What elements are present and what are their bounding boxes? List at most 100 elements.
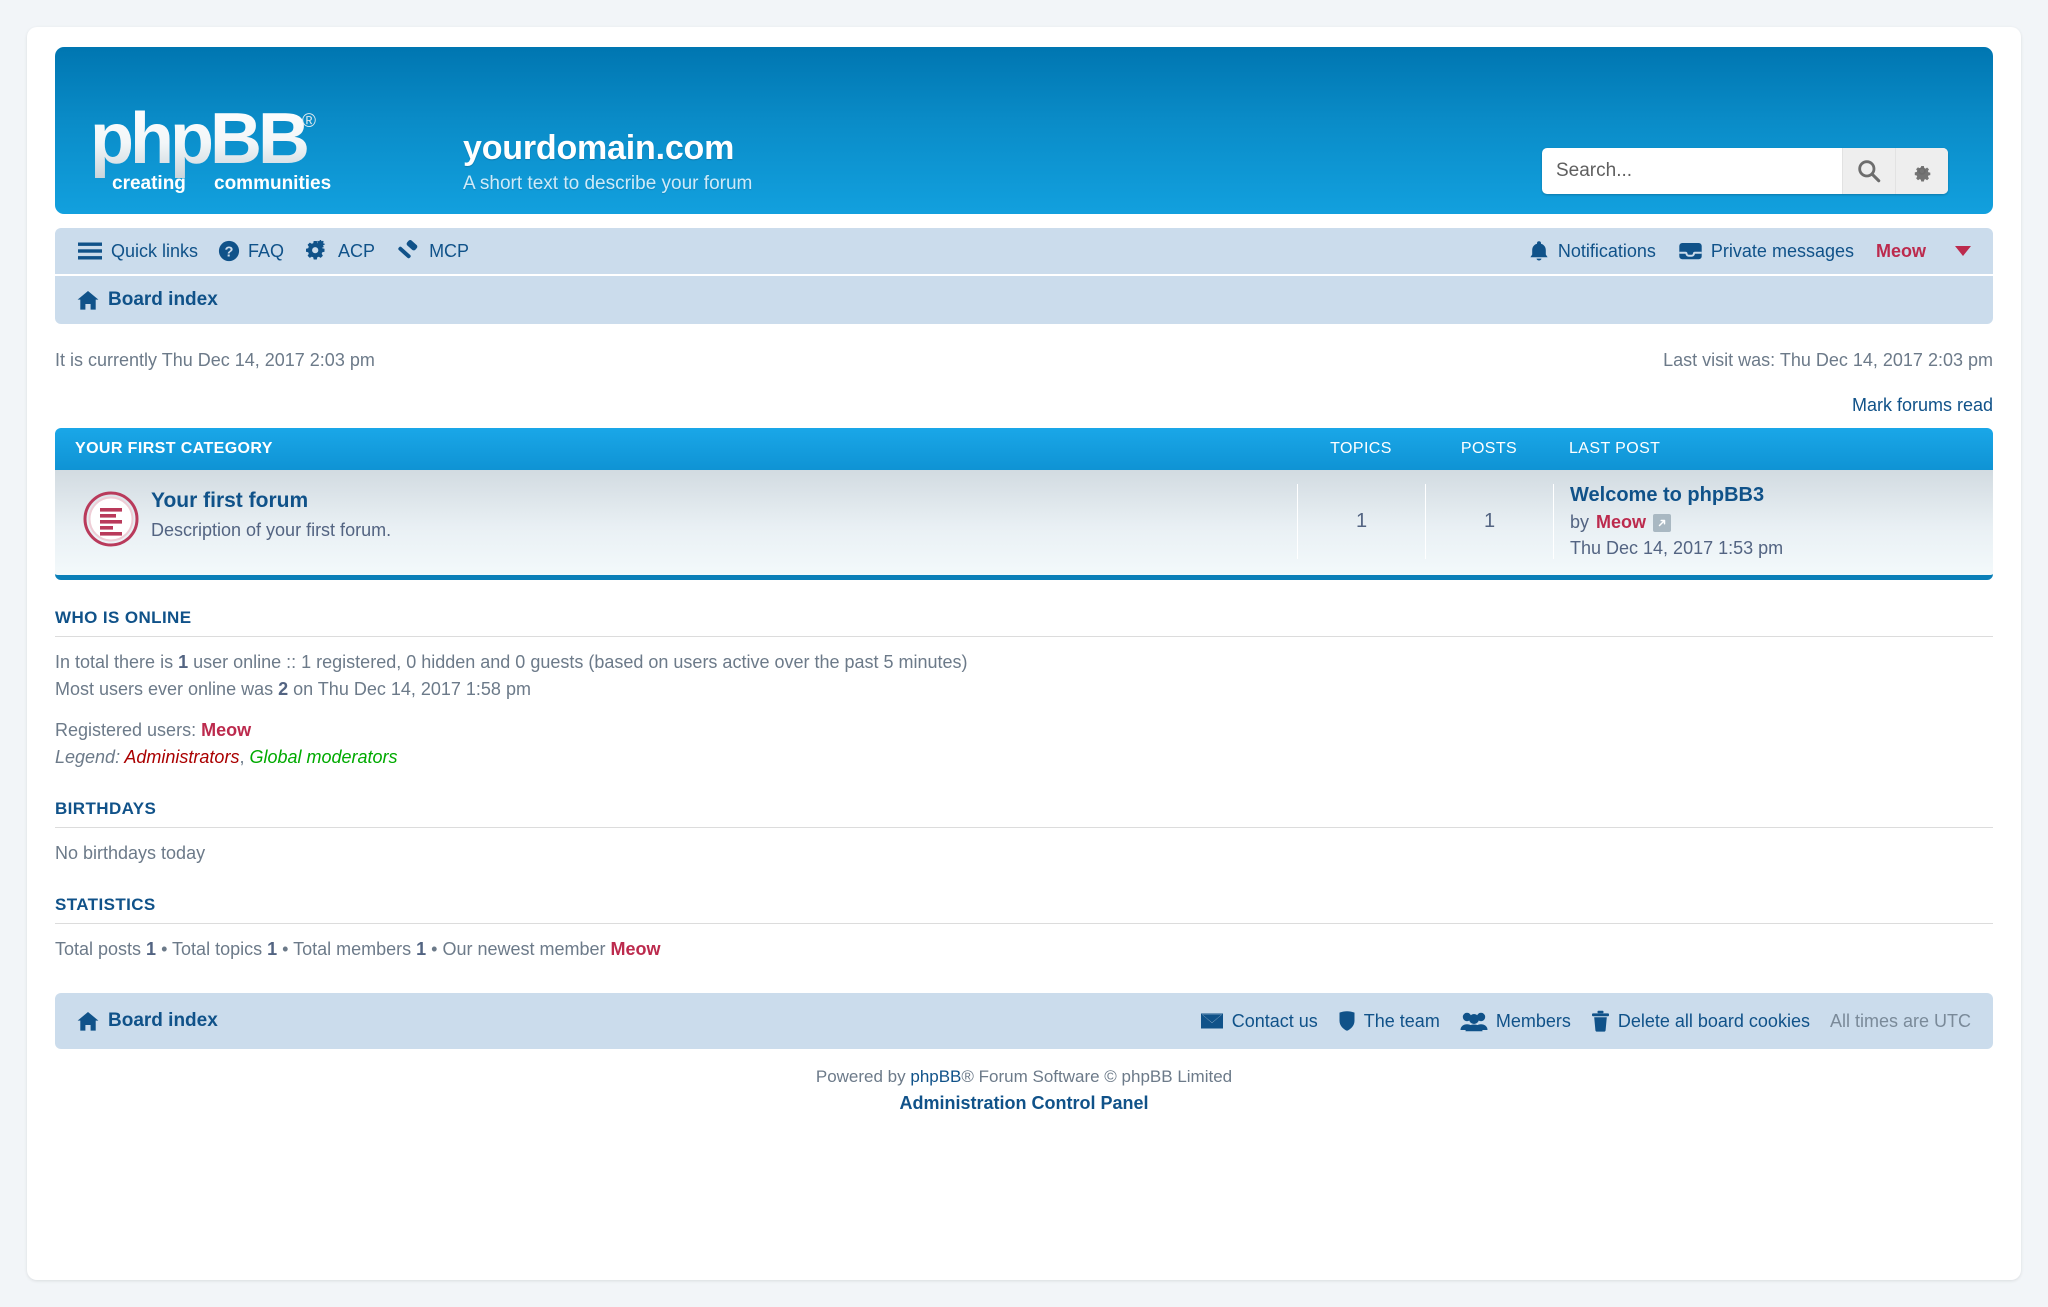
legend-line: Legend: Administrators, Global moderator… <box>55 744 1993 771</box>
most-users-prefix: Most users ever online was <box>55 679 279 699</box>
last-post-by-prefix: by <box>1570 512 1590 532</box>
administration-control-panel-link[interactable]: Administration Control Panel <box>27 1093 2021 1114</box>
notifications-label: Notifications <box>1557 240 1656 261</box>
site-description: A short text to describe your forum <box>463 172 753 194</box>
bell-icon <box>1528 240 1550 263</box>
total-posts-value: 1 <box>146 939 157 959</box>
forum-last-post: Welcome to phpBB3 by Meow Thu Dec 14, 20… <box>1553 484 1993 559</box>
the-team-link[interactable]: The team <box>1338 1010 1440 1032</box>
contact-us-label: Contact us <box>1231 1010 1318 1031</box>
statistics-section: STATISTICS Total posts 1 • Total topics … <box>55 895 1993 963</box>
quick-links-menu[interactable]: Quick links <box>77 241 198 262</box>
last-post-title-link[interactable]: Welcome to phpBB3 <box>1570 484 1993 507</box>
forum-name-link[interactable]: Your first forum <box>151 488 391 514</box>
search-box <box>1542 148 1948 194</box>
navigation-right-links: Notifications Private messages Meow <box>1528 240 1971 263</box>
acp-link[interactable]: ACP <box>304 240 375 262</box>
column-header-lastpost: LAST POST <box>1569 440 1661 457</box>
who-is-online-title[interactable]: WHO IS ONLINE <box>55 608 1993 637</box>
home-icon <box>77 290 99 311</box>
page-container: phpBB ® creating communities yourdomain.… <box>27 27 2021 1280</box>
faq-label: FAQ <box>248 240 285 261</box>
timezone-text: All times are UTC <box>1829 1010 1971 1031</box>
column-header-posts: POSTS <box>1460 440 1518 457</box>
navigation-primary-row: Quick links ? FAQ ACP MCP Notifications … <box>55 228 1993 276</box>
who-is-online-section: WHO IS ONLINE In total there is 1 user o… <box>55 608 1993 771</box>
statistics-title[interactable]: STATISTICS <box>55 895 1993 924</box>
shield-icon <box>1338 1010 1356 1032</box>
newest-member-link[interactable]: Meow <box>611 939 661 959</box>
stat-separator-1: • <box>156 939 173 959</box>
registered-user-link[interactable]: Meow <box>201 720 251 740</box>
phpbb-logo[interactable]: phpBB ® creating communities <box>90 105 380 195</box>
svg-text:®: ® <box>302 111 316 132</box>
forum-topics-count: 1 <box>1297 484 1425 559</box>
copyright-prefix: Powered by <box>815 1067 911 1086</box>
stat-separator-3: • <box>426 939 443 959</box>
last-post-time: Thu Dec 14, 2017 1:53 pm <box>1570 538 1784 558</box>
acp-label: ACP <box>338 240 376 261</box>
notifications-link[interactable]: Notifications <box>1528 240 1656 263</box>
birthdays-body: No birthdays today <box>55 843 206 863</box>
svg-text:creating: creating <box>112 173 186 194</box>
phpbb-brand-link[interactable]: phpBB <box>910 1067 961 1086</box>
delete-cookies-label: Delete all board cookies <box>1617 1010 1810 1031</box>
online-total-line: In total there is 1 user online :: 1 reg… <box>55 649 1993 676</box>
site-title[interactable]: yourdomain.com <box>463 130 752 167</box>
birthdays-title[interactable]: BIRTHDAYS <box>55 799 1993 828</box>
search-options-button[interactable] <box>1895 148 1948 194</box>
legend-separator: , <box>239 747 250 767</box>
delete-cookies-link[interactable]: Delete all board cookies <box>1591 1010 1810 1032</box>
envelope-icon <box>1200 1012 1224 1030</box>
members-link[interactable]: Members <box>1460 1010 1571 1032</box>
footer-navigation: Board index Contact us The team Members … <box>55 993 1993 1049</box>
forum-row-main: Your first forum Description of your fir… <box>55 484 1297 559</box>
inbox-icon <box>1678 240 1703 262</box>
total-topics-label: Total topics <box>172 939 268 959</box>
total-members-label: Total members <box>293 939 417 959</box>
last-post-author-link[interactable]: Meow <box>1596 512 1646 533</box>
search-submit-button[interactable] <box>1842 148 1895 194</box>
stat-separator-2: • <box>277 939 294 959</box>
members-label: Members <box>1495 1010 1571 1031</box>
search-input[interactable] <box>1542 148 1842 194</box>
hamburger-icon <box>77 241 103 261</box>
users-icon <box>1460 1010 1488 1032</box>
birthdays-section: BIRTHDAYS No birthdays today <box>55 799 1993 867</box>
mcp-link[interactable]: MCP <box>395 239 469 263</box>
contact-us-link[interactable]: Contact us <box>1200 1011 1318 1032</box>
forum-row: Your first forum Description of your fir… <box>55 470 1993 575</box>
total-members-value: 1 <box>416 939 427 959</box>
current-time-text: It is currently Thu Dec 14, 2017 2:03 pm <box>55 350 375 370</box>
who-is-online-body: In total there is 1 user online :: 1 reg… <box>55 637 1993 771</box>
time-row: It is currently Thu Dec 14, 2017 2:03 pm… <box>55 350 1993 371</box>
private-messages-link[interactable]: Private messages <box>1678 240 1854 262</box>
registered-users-label: Registered users: <box>55 720 202 740</box>
forum-unread-icon[interactable] <box>71 484 151 548</box>
last-post-author-row: by Meow <box>1570 512 1993 533</box>
legend-global-moderators[interactable]: Global moderators <box>249 747 397 767</box>
legend-administrators[interactable]: Administrators <box>124 747 239 767</box>
the-team-label: The team <box>1363 1010 1440 1031</box>
footer-breadcrumb-board-index[interactable]: Board index <box>77 1010 218 1032</box>
most-users-count: 2 <box>278 679 289 699</box>
footer-links: Contact us The team Members Delete all b… <box>1200 1010 1971 1032</box>
username-menu[interactable]: Meow <box>1876 241 1926 262</box>
faq-link[interactable]: ? FAQ <box>218 240 284 262</box>
home-icon <box>77 1011 99 1032</box>
goto-last-post-icon[interactable] <box>1653 513 1672 532</box>
total-posts-label: Total posts <box>55 939 147 959</box>
chevron-down-icon[interactable] <box>1955 246 1971 256</box>
mark-forums-read-row: Mark forums read <box>55 395 1993 416</box>
column-header-topics: TOPICS <box>1330 440 1392 457</box>
svg-text:communities: communities <box>214 173 331 194</box>
site-branding: yourdomain.com A short text to describe … <box>463 130 753 195</box>
breadcrumb-board-index[interactable]: Board index <box>77 289 218 311</box>
most-users-line: Most users ever online was 2 on Thu Dec … <box>55 676 1993 703</box>
category-title[interactable]: YOUR FIRST CATEGORY <box>75 440 273 457</box>
online-total-count: 1 <box>178 652 189 672</box>
breadcrumb-label: Board index <box>108 289 218 310</box>
newest-member-label: Our newest member <box>442 939 611 959</box>
mark-forums-read-link[interactable]: Mark forums read <box>1852 395 1993 415</box>
